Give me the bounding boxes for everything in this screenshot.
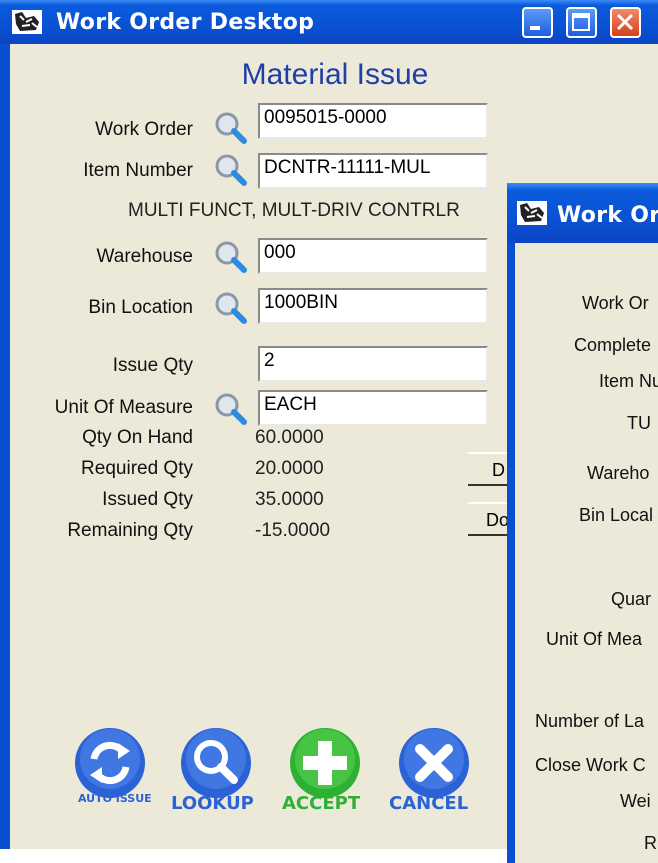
work-order-search-icon[interactable] [213, 110, 247, 144]
second-label-2: Complete [574, 335, 652, 355]
main-titlebar[interactable]: Work Order Desktop [0, 0, 658, 44]
auto-issue-label: AUTO ISSUE [78, 792, 152, 805]
accept-button[interactable] [287, 725, 363, 801]
lookup-label: LOOKUP [171, 793, 254, 814]
minimize-icon [530, 26, 540, 30]
zebra-app-icon [12, 10, 42, 34]
required-qty-value: 20.0000 [255, 458, 324, 479]
lookup-button[interactable] [178, 725, 254, 801]
magnifier-icon [181, 728, 251, 798]
main-window-title: Work Order Desktop [56, 10, 315, 35]
issued-qty-label: Issued Qty [102, 489, 193, 510]
accept-label: ACCEPT [282, 793, 361, 814]
second-label-8: Unit Of Mea [546, 629, 643, 649]
remaining-qty-label: Remaining Qty [67, 520, 193, 541]
item-number-label: Item Number [83, 160, 193, 181]
page-title: Material Issue [241, 58, 429, 91]
unit-of-measure-input[interactable]: EACH [258, 390, 488, 426]
item-number-input[interactable]: DCNTR-11111-MUL [258, 153, 488, 189]
side-button-2[interactable]: Do [468, 502, 509, 536]
work-order-label: Work Order [95, 119, 193, 140]
item-description: MULTI FUNCT, MULT-DRIV CONTRLR [128, 200, 460, 221]
cancel-button[interactable] [396, 725, 472, 801]
bin-location-search-icon[interactable] [213, 290, 247, 324]
window-frame [0, 44, 10, 849]
second-label-4: TU [627, 413, 651, 433]
issue-qty-label: Issue Qty [112, 355, 193, 376]
second-label-11: Wei [620, 791, 651, 811]
cancel-label: CANCEL [389, 793, 469, 814]
second-label-7: Quar [611, 589, 652, 609]
second-window: Work Or Work Or Complete Item Num TU War… [507, 183, 658, 863]
x-icon [399, 728, 469, 798]
bin-location-input[interactable]: 1000BIN [258, 288, 488, 324]
work-order-input[interactable]: 0095015-0000 [258, 103, 488, 139]
plus-icon [290, 728, 360, 798]
remaining-qty-value: -15.0000 [255, 520, 331, 541]
close-button[interactable] [610, 7, 641, 38]
second-window-title: Work Or [557, 203, 658, 228]
maximize-button[interactable] [566, 7, 597, 38]
second-titlebar[interactable]: Work Or [507, 183, 658, 243]
second-label-10: Close Work C [535, 755, 646, 775]
warehouse-input[interactable]: 000 [258, 238, 488, 274]
maximize-icon [572, 13, 590, 31]
unit-of-measure-label: Unit Of Measure [54, 397, 193, 418]
minimize-button[interactable] [522, 7, 553, 38]
item-number-search-icon[interactable] [213, 152, 247, 186]
required-qty-label: Required Qty [81, 458, 193, 479]
close-icon [616, 13, 634, 31]
second-label-12: R [644, 833, 657, 853]
second-label-5: Wareho [587, 463, 650, 483]
window-frame [507, 243, 515, 863]
unit-of-measure-search-icon[interactable] [213, 391, 247, 425]
auto-issue-button[interactable] [72, 725, 148, 801]
qty-on-hand-value: 60.0000 [255, 427, 324, 448]
warehouse-label: Warehouse [96, 246, 193, 267]
warehouse-search-icon[interactable] [213, 239, 247, 273]
bin-location-label: Bin Location [88, 297, 193, 318]
refresh-icon [75, 728, 145, 798]
issued-qty-value: 35.0000 [255, 489, 324, 510]
zebra-app-icon [517, 201, 547, 225]
second-label-1: Work Or [582, 293, 649, 313]
side-button-1[interactable]: D [468, 452, 508, 486]
second-label-3: Item Num [599, 371, 658, 391]
second-label-6: Bin Local [579, 505, 654, 525]
qty-on-hand-label: Qty On Hand [82, 427, 193, 448]
issue-qty-input[interactable]: 2 [258, 346, 488, 382]
second-label-9: Number of La [535, 711, 645, 731]
